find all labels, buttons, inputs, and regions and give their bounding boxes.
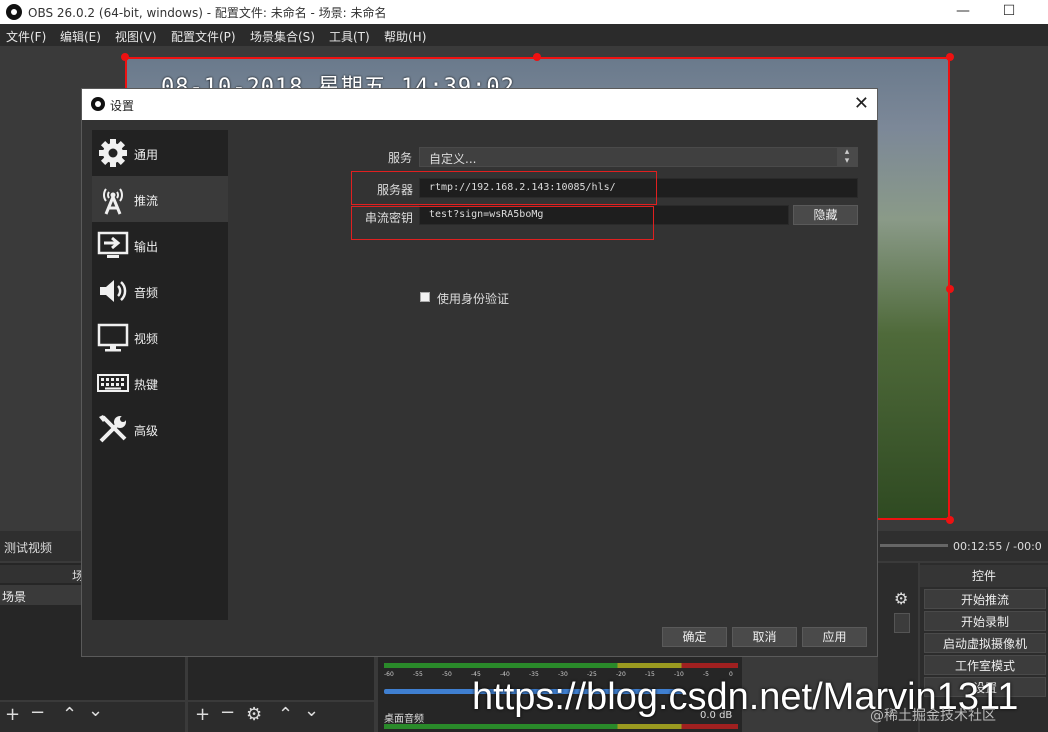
app-titlebar: OBS 26.0.2 (64-bit, windows) - 配置文件: 未命名… [0,0,1048,24]
media-time: 00:12:55 / -00:0 [953,540,1042,553]
sidebar-item-general[interactable]: 通用 [92,130,228,176]
media-source-label: 测试视频 [4,541,53,555]
highlight-box [351,206,654,240]
resize-handle[interactable] [946,285,954,293]
resize-handle[interactable] [946,53,954,61]
mixer-source-label: 桌面音频 [384,714,424,725]
menu-help[interactable]: 帮助(H) [384,28,426,45]
menu-view[interactable]: 视图(V) [115,28,157,45]
resize-handle[interactable] [121,53,129,61]
gear-icon[interactable]: ⚙ [246,704,262,725]
sidebar-item-advanced[interactable]: 高级 [92,406,228,452]
scenes-toolbar: + − ⌃ ⌄ [0,700,185,732]
menu-bar: 文件(F) 编辑(E) 视图(V) 配置文件(P) 场景集合(S) 工具(T) … [0,24,1048,46]
window-title: OBS 26.0.2 (64-bit, windows) - 配置文件: 未命名… [28,6,387,20]
antenna-icon [96,182,130,216]
down-icon[interactable]: ⌄ [304,700,319,721]
resize-handle[interactable] [533,53,541,61]
cancel-button[interactable]: 取消 [732,627,797,647]
menu-edit[interactable]: 编辑(E) [60,28,101,45]
up-icon[interactable]: ⌃ [278,704,293,725]
remove-icon[interactable]: − [30,702,45,723]
sidebar-item-label: 热键 [134,378,159,392]
gear-icon[interactable]: ⚙ [894,589,908,608]
auth-label: 使用身份验证 [437,292,510,306]
obs-logo-icon [91,97,105,111]
sidebar-item-output[interactable]: 输出 [92,222,228,268]
studio-mode-button[interactable]: 工作室模式 [924,655,1046,675]
ok-button[interactable]: 确定 [662,627,727,647]
sources-dock [188,657,374,700]
add-icon[interactable]: + [5,704,20,725]
keyboard-icon [96,366,130,400]
service-select[interactable]: 自定义... ▴ ▾ [419,147,858,167]
minimize-button[interactable]: — [940,0,986,24]
sidebar-item-label: 高级 [134,424,159,438]
monitor-icon [96,320,130,354]
hide-key-button[interactable]: 隐藏 [793,205,858,225]
service-value: 自定义... [429,152,477,166]
tools-icon [96,412,130,446]
chevron-updown-icon: ▴ ▾ [837,148,857,166]
dialog-title: 设置 [110,99,135,113]
speaker-icon [96,274,130,308]
sidebar-item-label: 通用 [134,148,159,162]
settings-dialog: 设置 ✕ 通用 推流 输出 音频 视频 热键 高级 服务 自定义... ▴ ▾ … [81,88,878,657]
sidebar-item-label: 视频 [134,332,159,346]
start-virtual-camera-button[interactable]: 启动虚拟摄像机 [924,633,1046,653]
resize-handle[interactable] [946,516,954,524]
maximize-button[interactable]: ☐ [986,0,1032,24]
add-icon[interactable]: + [195,704,210,725]
menu-profile[interactable]: 配置文件(P) [171,28,236,45]
close-button[interactable]: ✕ [854,93,869,114]
menu-tools[interactable]: 工具(T) [329,28,370,45]
menu-scene-collection[interactable]: 场景集合(S) [250,28,315,45]
sidebar-item-label: 推流 [134,194,159,208]
sidebar-item-video[interactable]: 视频 [92,314,228,360]
sidebar-item-stream[interactable]: 推流 [92,176,228,222]
start-streaming-button[interactable]: 开始推流 [924,589,1046,609]
highlight-box [351,171,657,205]
duration-spinner[interactable] [894,613,910,633]
remove-icon[interactable]: − [220,702,235,723]
down-icon[interactable]: ⌄ [88,700,103,721]
apply-button[interactable]: 应用 [802,627,867,647]
watermark-site: @稀土掘金技术社区 [870,708,996,724]
sidebar-item-label: 输出 [134,240,159,254]
menu-file[interactable]: 文件(F) [6,28,46,45]
audio-meter [384,724,738,729]
media-seek-bar[interactable] [880,544,948,547]
start-recording-button[interactable]: 开始录制 [924,611,1046,631]
auth-checkbox[interactable] [420,292,430,302]
service-label: 服务 [388,151,413,165]
gear-icon [96,136,130,170]
audio-meter [384,663,738,668]
sidebar-item-label: 音频 [134,286,159,300]
sidebar-item-hotkeys[interactable]: 热键 [92,360,228,406]
output-icon [96,228,130,262]
settings-sidebar: 通用 推流 输出 音频 视频 热键 高级 [92,130,228,620]
obs-logo-icon [6,4,22,20]
sources-toolbar: + − ⚙ ⌃ ⌄ [188,700,374,732]
dialog-titlebar: 设置 ✕ [82,89,877,120]
up-icon[interactable]: ⌃ [62,704,77,725]
controls-header: 控件 [920,565,1048,587]
sidebar-item-audio[interactable]: 音频 [92,268,228,314]
